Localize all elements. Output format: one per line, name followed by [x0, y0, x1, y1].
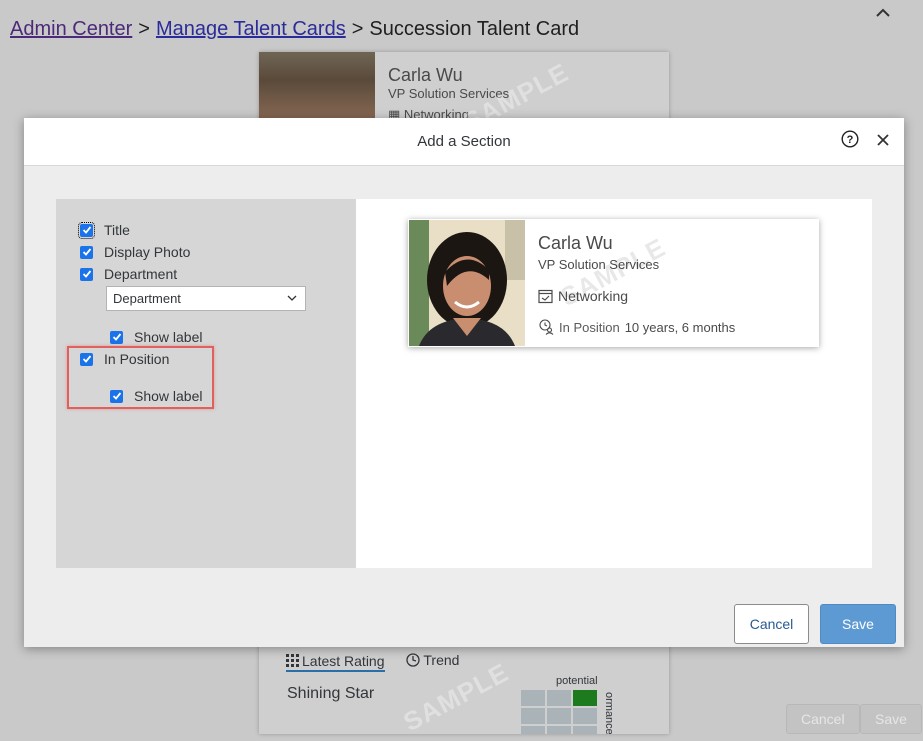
department-select[interactable]: Department	[106, 286, 306, 311]
save-button[interactable]: Save	[820, 604, 896, 644]
org-chart-icon	[538, 289, 553, 303]
option-department-label: Department	[104, 266, 178, 282]
grid-cell	[573, 726, 597, 734]
option-title-label: Title	[104, 222, 130, 238]
breadcrumb-admin-center-link[interactable]: Admin Center	[10, 18, 132, 40]
grid-performance-label: ormance	[603, 692, 615, 734]
grid-cell	[521, 708, 545, 724]
department-show-label-checkbox[interactable]	[110, 330, 123, 344]
rating-grid	[521, 690, 597, 734]
check-icon	[82, 248, 91, 256]
preview-card-photo	[409, 220, 525, 346]
add-section-dialog: Add a Section ? Title Display Photo Depa…	[24, 118, 904, 647]
grid-cell	[547, 726, 571, 734]
preview-card-name: Carla Wu	[538, 233, 613, 253]
grid-potential-label: potential	[556, 675, 598, 687]
grid-cell-highlighted	[573, 690, 597, 706]
background-card-title: VP Solution Services	[388, 86, 510, 101]
close-icon[interactable]	[876, 133, 890, 147]
in-position-value: 10 years, 6 months	[624, 319, 736, 335]
chevron-up-icon[interactable]	[874, 6, 892, 20]
breadcrumb: Admin Center > Manage Talent Cards > Success…	[10, 18, 579, 41]
clock-icon	[406, 653, 421, 667]
grid-cell	[547, 708, 571, 724]
rating-label: Shining Star	[287, 685, 375, 702]
person-clock-icon	[539, 319, 554, 335]
check-icon	[112, 333, 121, 341]
background-card-name: Carla Wu	[388, 65, 463, 85]
department-checkbox[interactable]	[80, 267, 93, 281]
tab-latest-rating[interactable]: Latest Rating	[286, 653, 385, 672]
check-icon	[82, 270, 91, 278]
svg-text:?: ?	[847, 134, 854, 146]
highlight-annotation-box	[67, 346, 214, 409]
grid-cell	[521, 726, 545, 734]
breadcrumb-separator: >	[351, 18, 364, 40]
breadcrumb-separator: >	[138, 18, 150, 40]
chevron-down-icon	[287, 295, 297, 301]
grid-icon	[286, 654, 299, 667]
option-department[interactable]: Department	[80, 266, 177, 282]
check-icon	[82, 226, 91, 234]
preview-talent-card: Carla Wu VP Solution Services SAMPLE Net…	[408, 219, 819, 347]
preview-card-department: Networking	[538, 288, 628, 304]
background-card-photo	[259, 52, 375, 122]
dialog-header: Add a Section ?	[24, 118, 904, 166]
background-card-tabs: Latest Rating Trend	[286, 652, 477, 672]
preview-panel: Carla Wu VP Solution Services SAMPLE Net…	[356, 199, 872, 568]
breadcrumb-manage-talent-cards-link[interactable]: Manage Talent Cards	[156, 18, 346, 40]
breadcrumb-current: Succession Talent Card	[369, 18, 580, 40]
grid-cell	[573, 708, 597, 724]
tab-trend[interactable]: Trend	[406, 652, 459, 668]
help-icon[interactable]: ?	[841, 130, 859, 148]
page-save-button[interactable]: Save	[860, 704, 922, 734]
dialog-title: Add a Section	[417, 133, 511, 150]
cancel-button[interactable]: Cancel	[734, 604, 809, 644]
department-select-value: Department	[113, 291, 181, 306]
option-display-photo[interactable]: Display Photo	[80, 244, 190, 260]
option-display-photo-label: Display Photo	[104, 244, 191, 260]
display-photo-checkbox[interactable]	[80, 245, 93, 259]
preview-card-title: VP Solution Services	[538, 257, 660, 272]
preview-card-in-position: In Position 10 years, 6 months	[538, 319, 735, 335]
title-checkbox[interactable]	[78, 221, 95, 239]
person-photo-icon	[409, 220, 525, 346]
option-department-show-label[interactable]: Show label	[110, 329, 203, 345]
option-show-label-text: Show label	[134, 329, 203, 345]
grid-cell	[521, 690, 545, 706]
option-title[interactable]: Title	[78, 221, 130, 239]
page-cancel-button[interactable]: Cancel	[786, 704, 860, 734]
grid-cell	[547, 690, 571, 706]
in-position-label: In Position	[559, 319, 620, 335]
